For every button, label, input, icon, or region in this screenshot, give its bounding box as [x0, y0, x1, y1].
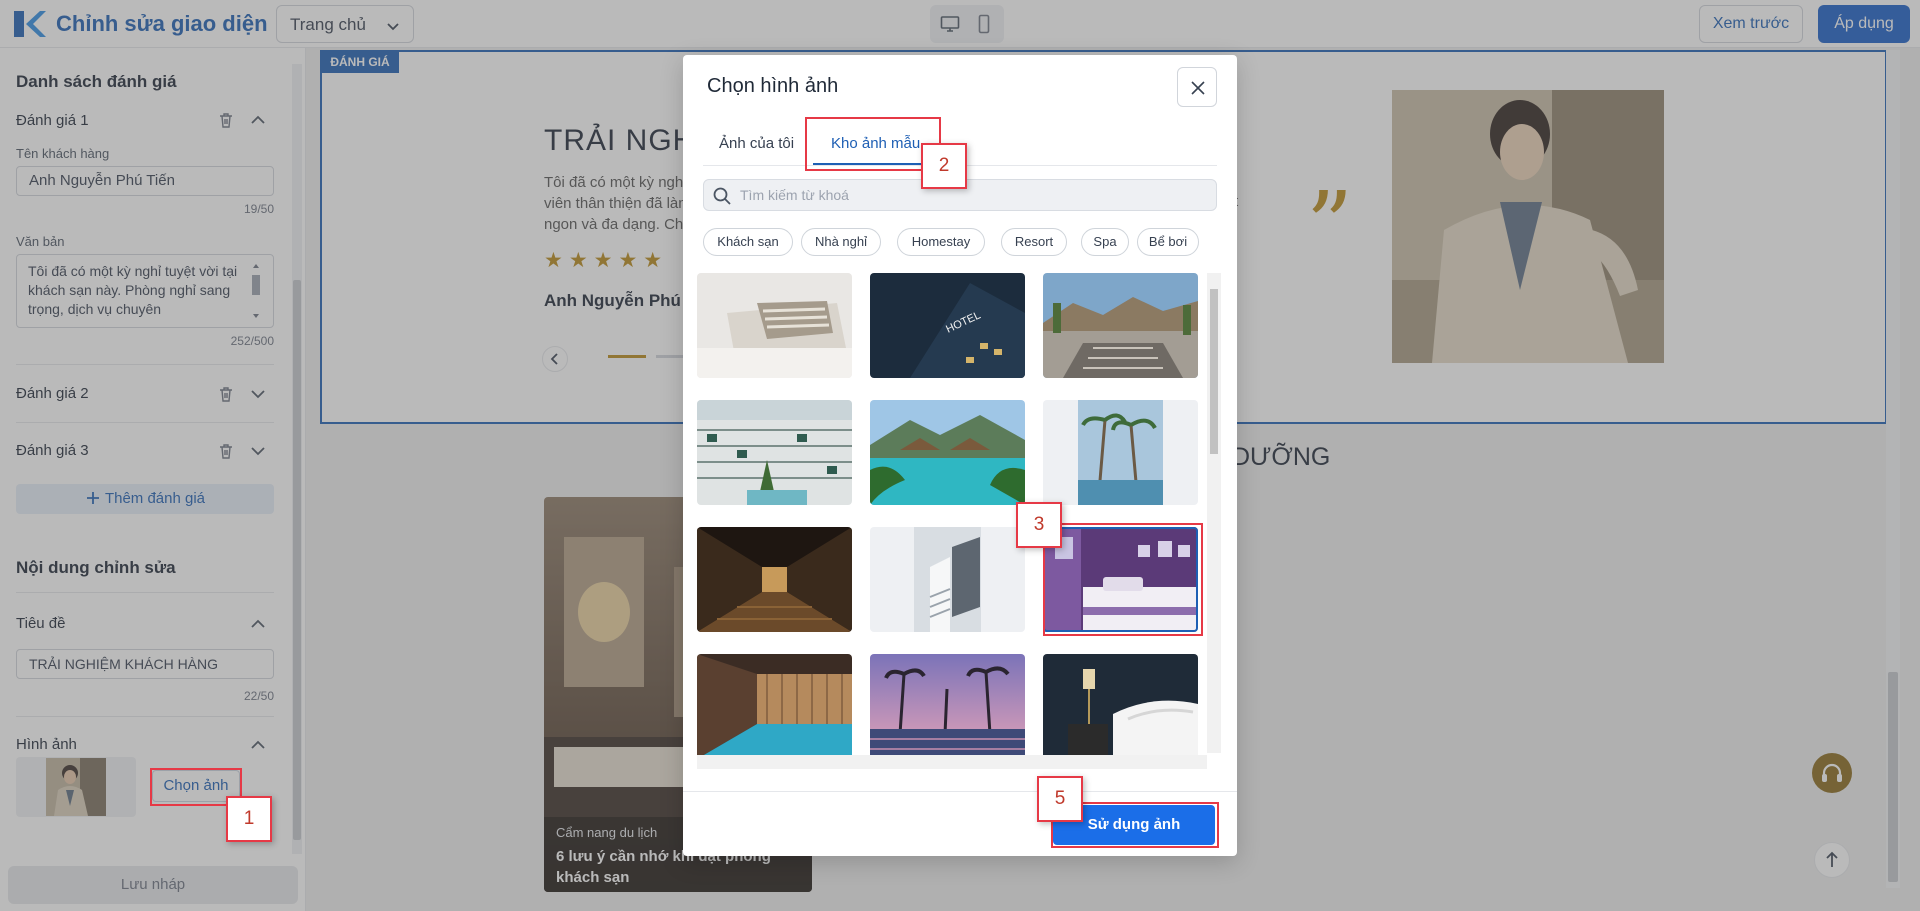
annotation-number-5: 5: [1037, 776, 1083, 822]
image-tile-rooftop-lounge-mountains[interactable]: [1043, 273, 1198, 378]
image-tile-dark-bedroom-lamp[interactable]: [1043, 654, 1198, 759]
filter-chip-nha-nghi[interactable]: Nhà nghỉ: [801, 228, 881, 256]
image-tile-indoor-pool[interactable]: [697, 654, 852, 759]
modal-footer-divider: [683, 791, 1237, 792]
image-tile-hotel-facade-night[interactable]: HOTEL: [870, 273, 1025, 378]
search-icon: [713, 187, 731, 205]
annotation-highlight-3: [1043, 523, 1203, 636]
filter-chip-resort[interactable]: Resort: [1001, 228, 1067, 256]
search-input[interactable]: [740, 180, 1200, 210]
modal-close-button[interactable]: [1177, 67, 1217, 107]
annotation-number-1: 1: [226, 796, 272, 842]
annotation-number-3: 3: [1016, 502, 1062, 548]
image-grid-scroll-thumb[interactable]: [1210, 289, 1218, 454]
image-tile-bed-pillows[interactable]: [697, 273, 852, 378]
image-grid: HOTEL: [697, 273, 1207, 767]
image-tile-modern-staircase[interactable]: [870, 527, 1025, 632]
filter-chip-homestay[interactable]: Homestay: [897, 228, 985, 256]
image-tile-palm-trees-pool[interactable]: [1043, 400, 1198, 505]
image-tile-resort-pool-palms[interactable]: [870, 400, 1025, 505]
image-grid-horizontal-scrollbar[interactable]: [697, 755, 1207, 769]
image-tile-palm-pool-sunset[interactable]: [870, 654, 1025, 759]
annotation-number-2: 2: [921, 143, 967, 189]
close-icon: [1191, 81, 1205, 95]
modal-title: Chọn hình ảnh: [707, 75, 839, 97]
filter-chip-spa[interactable]: Spa: [1081, 228, 1129, 256]
image-tile-hotel-corridor[interactable]: [697, 527, 852, 632]
filter-chip-be-boi[interactable]: Bể bơi: [1137, 228, 1199, 256]
tab-my-images[interactable]: Ảnh của tôi: [719, 135, 794, 152]
image-tile-hotel-courtyard-balconies[interactable]: [697, 400, 852, 505]
filter-chip-khach-san[interactable]: Khách sạn: [703, 228, 793, 256]
